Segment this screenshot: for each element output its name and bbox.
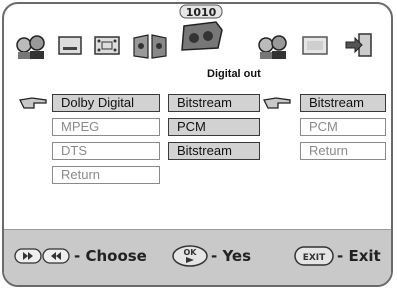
people-icon-2[interactable] [256, 34, 290, 65]
choice-return[interactable]: Return [300, 142, 386, 160]
option-dolby-digital[interactable]: Dolby Digital [52, 94, 160, 112]
value-mpeg-pcm[interactable]: PCM [168, 118, 260, 136]
option-mpeg[interactable]: MPEG [52, 118, 160, 136]
value-dts-bitstream[interactable]: Bitstream [168, 142, 260, 160]
speakers-icon[interactable] [132, 34, 168, 65]
screen-icon[interactable] [302, 36, 328, 61]
forward-button-icon[interactable] [14, 248, 42, 269]
choice-bitstream[interactable]: Bitstream [300, 94, 386, 112]
tv-screen-icon[interactable] [58, 36, 82, 61]
section-label: Digital out [207, 68, 261, 80]
ok-button-icon[interactable]: OK [172, 245, 208, 272]
value-dolby-bitstream[interactable]: Bitstream [168, 94, 260, 112]
exit-button-icon[interactable]: EXIT [294, 246, 334, 271]
exit-door-icon[interactable] [344, 32, 374, 63]
choice-pcm[interactable]: PCM [300, 118, 386, 136]
exit-hint: - Exit [337, 247, 381, 265]
svg-text:EXIT: EXIT [303, 253, 326, 263]
grid-screen-icon[interactable] [94, 36, 120, 61]
pointer-hand-icon-right [262, 94, 294, 117]
option-dts[interactable]: DTS [52, 142, 160, 160]
people-icon-1[interactable] [14, 34, 48, 65]
svg-text:OK: OK [184, 248, 198, 257]
choose-hint: - Choose [74, 247, 147, 265]
menu-window: 1010 Digital out Dolby Digital MPEG DTS … [2, 2, 393, 287]
pointer-hand-icon-left [18, 94, 50, 117]
yes-hint: - Yes [211, 247, 252, 265]
back-button-icon[interactable] [42, 248, 70, 269]
audio-icon[interactable] [172, 18, 228, 59]
footer-bar: - Choose OK - Yes EXIT - Exit [4, 229, 391, 285]
option-return-left[interactable]: Return [52, 166, 160, 184]
